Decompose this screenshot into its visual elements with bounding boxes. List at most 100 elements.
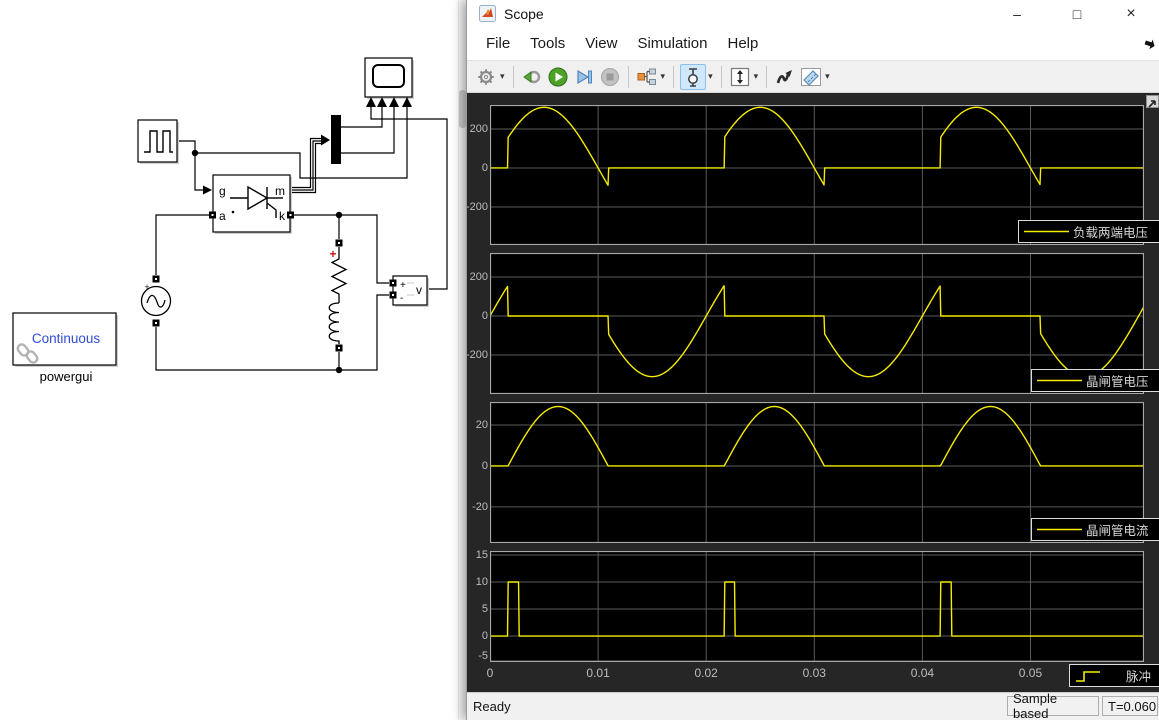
wire-vm-to-scope1 [371, 107, 447, 289]
line-sample-icon [1019, 221, 1073, 242]
toolbar-separator [673, 66, 674, 88]
wire-pulse-to-gate [177, 141, 203, 190]
legend-thyristor-voltage[interactable]: 晶闸管电压 [1031, 369, 1159, 392]
pulse-generator-block[interactable] [138, 120, 179, 164]
port-label-g: g [219, 184, 226, 198]
status-text: Ready [473, 699, 511, 714]
source-plus-label: + [144, 282, 149, 292]
line-sample-icon [1032, 519, 1086, 540]
statusbar: Ready Sample based T=0.060 [467, 692, 1159, 720]
legend-label: 负载两端电压 [1073, 222, 1148, 241]
rlc-plus-label: + [329, 247, 336, 261]
y-tick-label: 0 [467, 630, 488, 642]
port-label-k: k [279, 209, 286, 223]
y-tick-label: 15 [467, 549, 488, 561]
desktop: g a m k [0, 0, 1159, 720]
zoom-fit-caret[interactable]: ▾ [754, 71, 759, 82]
wire-m-bundle-2 [290, 141, 321, 190]
stop-icon [600, 67, 620, 87]
trigger-button[interactable] [680, 64, 706, 90]
signal-selector-button[interactable] [635, 65, 659, 89]
signal-selector-icon [637, 68, 657, 86]
settings-caret[interactable]: ▾ [500, 71, 505, 82]
signal-selector-caret[interactable]: ▾ [661, 71, 666, 82]
powergui-mode-text: Continuous [32, 331, 101, 346]
expand-arrow-icon [1147, 98, 1158, 109]
inductor-icon [329, 303, 339, 344]
x-tick-label: 0.04 [900, 666, 944, 680]
menubar: FileToolsViewSimulationHelp [467, 27, 1159, 60]
powergui-block[interactable]: Continuous powergui [13, 313, 118, 384]
scope-plot-gate-pulse[interactable] [490, 551, 1144, 662]
wire-demux2-to-scope3 [341, 107, 394, 153]
settings-button[interactable] [474, 65, 498, 89]
wire-m-bundle-1 [290, 139, 321, 188]
menu-overflow-arrow-icon[interactable] [1144, 38, 1156, 50]
x-tick-label: 0.03 [792, 666, 836, 680]
measurements-button[interactable] [799, 65, 823, 89]
scope-block[interactable] [365, 58, 414, 107]
toolbar-separator [628, 66, 629, 88]
y-tick-label: 0 [467, 162, 488, 174]
y-tick-label: 0 [467, 310, 488, 322]
menu-item-help[interactable]: Help [718, 31, 769, 56]
close-button[interactable]: × [1108, 0, 1154, 27]
step-arrow-icon [775, 67, 795, 87]
measurements-caret[interactable]: ▾ [825, 71, 830, 82]
step-back-icon [522, 68, 542, 86]
simulation-step-button[interactable] [773, 65, 797, 89]
junction-dot [192, 150, 198, 156]
model-diagram: g a m k [0, 0, 466, 720]
menu-item-file[interactable]: File [476, 31, 520, 56]
menu-item-simulation[interactable]: Simulation [627, 31, 717, 56]
step-back-button[interactable] [520, 65, 544, 89]
y-tick-label: 20 [467, 419, 488, 431]
ac-source-block[interactable]: + [142, 276, 171, 327]
vm-minus-label: - [400, 293, 403, 304]
y-tick-label: 200 [467, 123, 488, 135]
rlc-branch-block[interactable]: + [329, 240, 346, 352]
trigger-icon [684, 67, 702, 87]
thyristor-icon-dot [232, 211, 235, 214]
thyristor-block[interactable]: g a m k [209, 175, 294, 234]
stairstep-sample-icon [1070, 665, 1108, 686]
legend-label: 脉冲 [1126, 666, 1151, 685]
wire-pulse-to-scope4 [195, 107, 407, 178]
y-tick-label: -200 [467, 349, 488, 361]
legend-gate-pulse[interactable]: 脉冲 [1069, 664, 1159, 687]
toolbar-separator [513, 66, 514, 88]
x-tick-label: 0.02 [684, 666, 728, 680]
legend-label: 晶闸管电压 [1086, 371, 1149, 390]
titlebar[interactable]: Scope – □ × [467, 0, 1159, 27]
voltage-measurement-block[interactable]: + - v [390, 276, 430, 307]
demux-block[interactable] [331, 115, 341, 164]
y-tick-label: -20 [467, 501, 488, 513]
trigger-caret[interactable]: ▾ [708, 71, 713, 82]
matlab-icon [479, 5, 496, 22]
status-sample-mode: Sample based [1007, 696, 1099, 716]
wire-bottom-return [156, 295, 389, 370]
step-forward-button[interactable] [572, 65, 596, 89]
port-label-m: m [275, 184, 285, 198]
wire-demux1-to-scope2 [341, 107, 382, 127]
menu-item-view[interactable]: View [575, 31, 627, 56]
junction-dot [336, 367, 342, 373]
vm-v-label: v [416, 283, 422, 297]
gear-icon [477, 68, 495, 86]
scope-window: Scope – □ × FileToolsViewSimulationHelp … [466, 0, 1159, 720]
menu-item-tools[interactable]: Tools [520, 31, 575, 56]
maximize-button[interactable]: □ [1054, 0, 1100, 27]
stop-button[interactable] [598, 65, 622, 89]
minimize-button[interactable]: – [994, 0, 1040, 27]
window-title: Scope [504, 6, 544, 22]
panel-expand-button[interactable] [1146, 95, 1159, 108]
x-tick-label: 0.01 [576, 666, 620, 680]
run-button[interactable] [546, 65, 570, 89]
wire-junctions [192, 135, 342, 374]
zoom-fit-button[interactable] [728, 65, 752, 89]
legend-load-voltage[interactable]: 负载两端电压 [1018, 220, 1159, 243]
simulink-model-canvas[interactable]: g a m k [0, 0, 466, 720]
model-scrollbar-thumb[interactable] [459, 90, 466, 128]
y-tick-label: 5 [467, 603, 488, 615]
legend-thyristor-current[interactable]: 晶闸管电流 [1031, 518, 1159, 541]
